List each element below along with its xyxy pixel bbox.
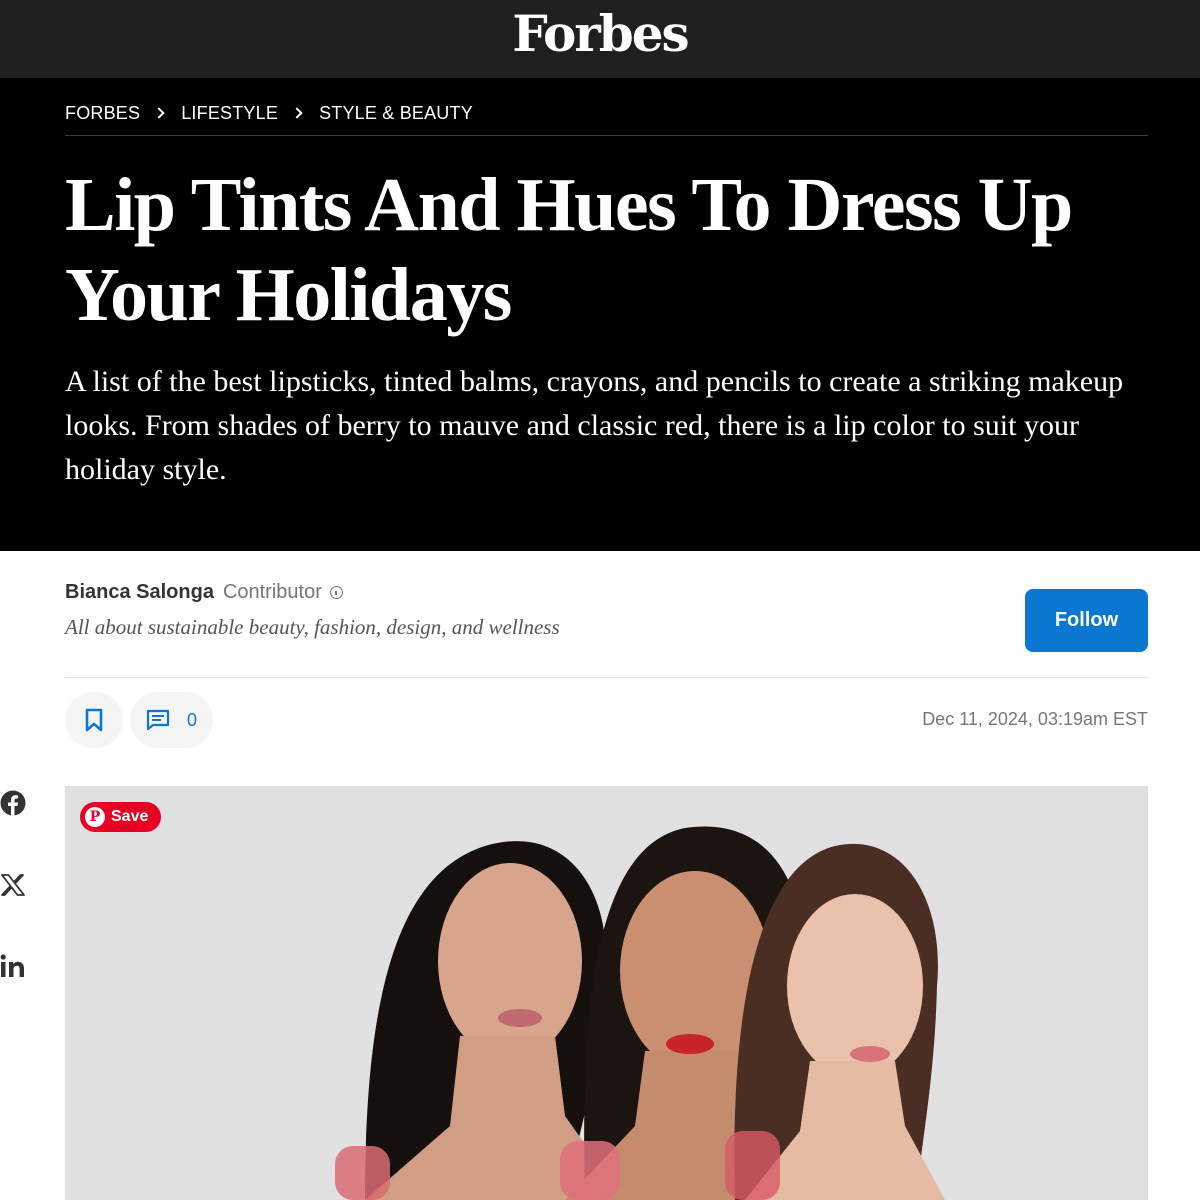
lead-image-illustration [65,786,1148,1200]
article-title: Lip Tints And Hues To Dress Up Your Holi… [65,163,1073,337]
author-name[interactable]: Bianca Salonga [65,581,214,604]
site-header: Forbes [0,0,1200,78]
info-icon[interactable] [329,585,343,599]
author-role: Contributor [222,580,322,603]
facebook-icon [0,790,26,816]
lead-image: P Save [65,786,1148,1200]
publish-date: Dec 11, 2024, 03:19am EST [922,709,1148,729]
bookmark-button[interactable] [65,692,123,748]
model-center-lips [666,1034,714,1054]
swatch-left [335,1146,390,1200]
model-left-lips [498,1009,542,1027]
model-right-lips [850,1046,890,1062]
comment-icon [146,709,170,731]
x-share[interactable] [0,872,26,898]
divider [65,135,1148,136]
chevron-right-icon [291,107,303,119]
divider [65,677,1148,678]
chevron-right-icon [153,107,165,119]
linkedin-share[interactable] [0,953,26,979]
comment-count: 0 [187,709,198,730]
pinterest-icon: P [85,807,105,827]
author-bio: All about sustainable beauty, fashion, d… [65,615,560,639]
breadcrumb-lifestyle[interactable]: LIFESTYLE [181,103,278,124]
comments-button[interactable]: 0 [130,692,213,748]
model-left-face [438,863,582,1059]
article-dek: A list of the best lipsticks, tinted bal… [65,365,1124,486]
breadcrumb-forbes[interactable]: FORBES [65,103,140,124]
follow-button[interactable]: Follow [1025,589,1148,652]
save-label: Save [111,808,149,825]
x-icon [1,874,25,896]
breadcrumb: FORBES LIFESTYLE STYLE & BEAUTY [65,102,473,124]
author-line: Bianca Salonga Contributor [65,578,343,606]
swatch-center [560,1141,620,1200]
linkedin-icon [0,954,24,977]
bookmark-icon [85,708,103,732]
swatch-right [725,1131,780,1200]
breadcrumb-style-beauty[interactable]: STYLE & BEAUTY [319,103,473,124]
facebook-share[interactable] [0,790,26,816]
forbes-logo[interactable]: Forbes [0,4,1200,64]
pinterest-save-button[interactable]: P Save [80,802,162,832]
